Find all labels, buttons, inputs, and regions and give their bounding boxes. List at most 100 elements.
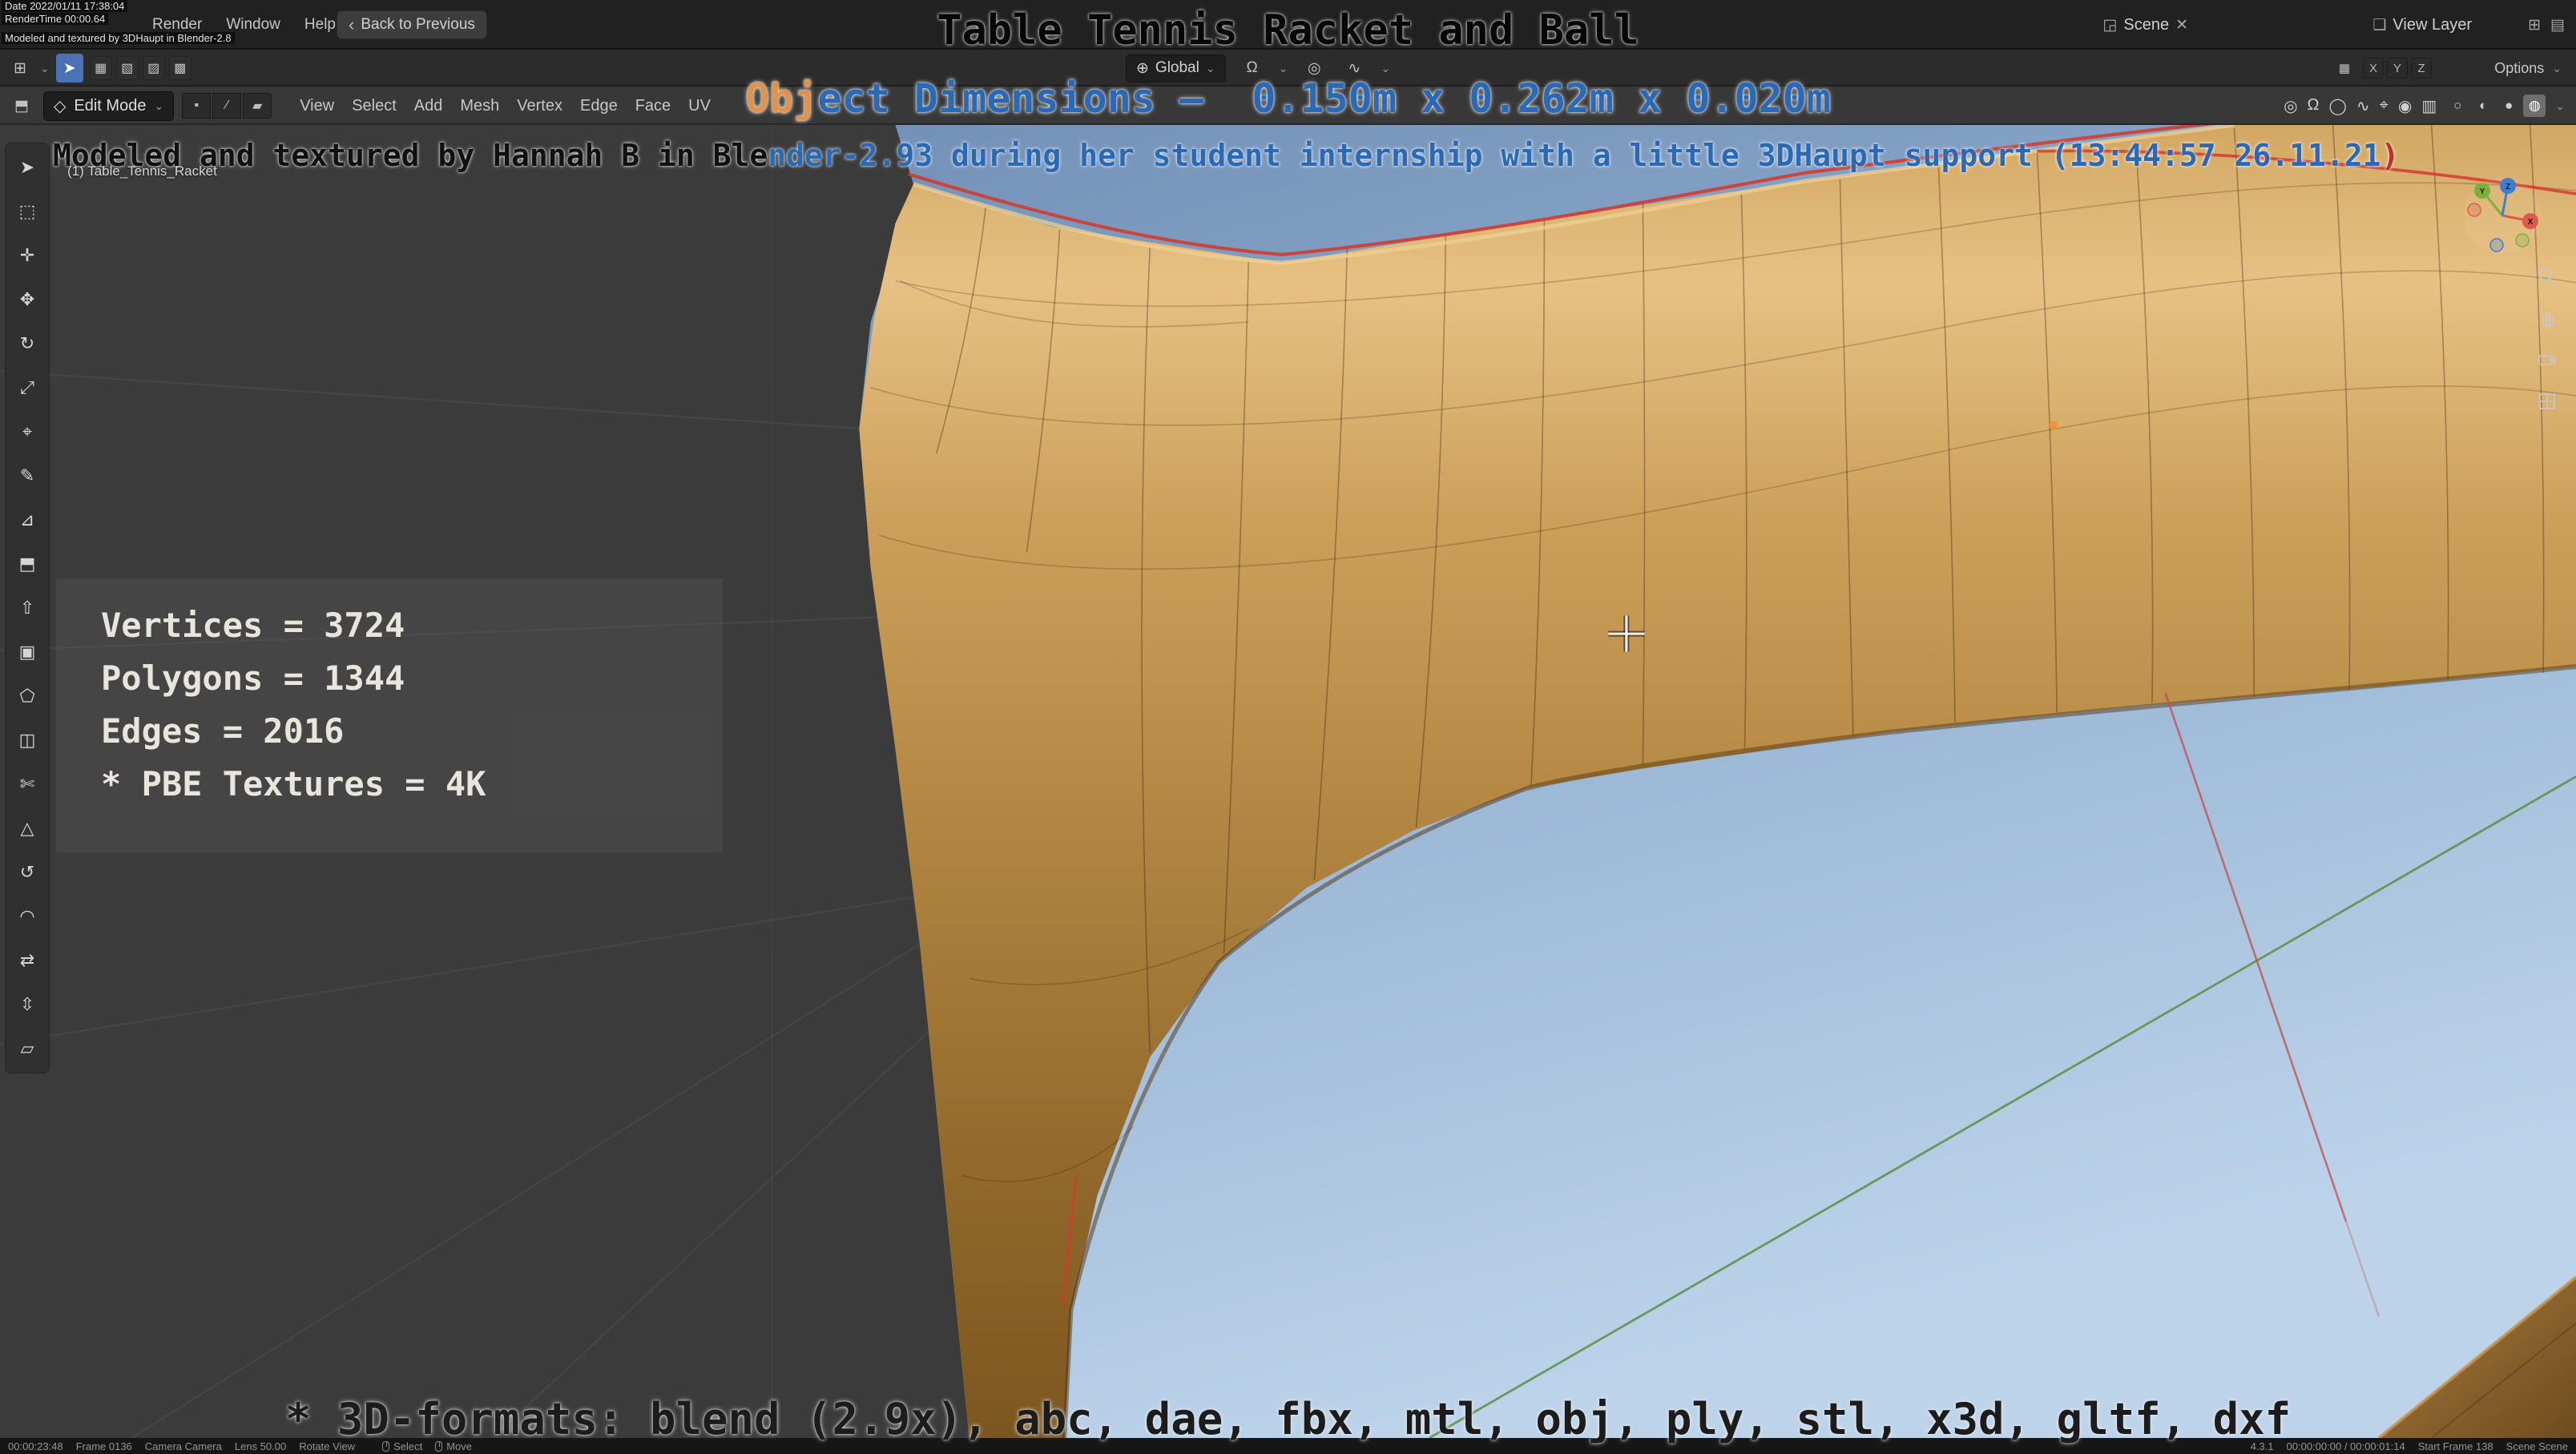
viewport-right-icons: ◎ Ω ◯ ∿ ⌖ ◉ ▥ [2284, 96, 2437, 116]
select-mode-option-icon[interactable]: ▧ [115, 56, 139, 80]
bevel-tool[interactable]: ⬠ [10, 679, 45, 714]
rendered-shading-icon[interactable]: ◍ [2523, 95, 2546, 117]
view-layer-icon: ❏ [2372, 16, 2387, 34]
solid-shading-icon[interactable]: ◐ [2472, 95, 2494, 117]
viewport-menu-item[interactable]: UV [679, 94, 720, 119]
globe-icon: ⊕ [1136, 59, 1149, 77]
unlink-scene-icon[interactable]: ✕ [2175, 16, 2188, 34]
statusbar-status: Start Frame 138 [2417, 1440, 2493, 1452]
knife-tool[interactable]: ✄ [10, 767, 45, 802]
select-mode-option-icon[interactable]: ▩ [168, 56, 191, 80]
viewport-menu-item[interactable]: Face [627, 94, 679, 119]
view-layer-selector[interactable]: ❏ View Layer [2372, 0, 2472, 50]
add-cube-tool[interactable]: ⬒ [10, 546, 45, 582]
chevron-down-icon: ⌄ [1205, 61, 1215, 75]
back-to-previous-button[interactable]: ‹ Back to Previous [337, 10, 487, 39]
view-layer-list-icon[interactable]: ▤ [2550, 16, 2565, 34]
shear-tool[interactable]: ▱ [10, 1031, 45, 1066]
falloff-curve-icon[interactable]: ∿ [1340, 54, 1368, 83]
viewport-header: ⬒ ◇ Edit Mode ⌄ ▪ ∕ ▰ View Select Add Mesh Ver… [0, 87, 2576, 125]
viewport-editor-icon[interactable]: ⬒ [8, 91, 35, 120]
keymap-hint: Select [382, 1440, 422, 1452]
loop-cut-tool[interactable]: ◫ [10, 723, 45, 758]
select-mode-option-icon[interactable]: ▦ [89, 56, 112, 80]
cursor-3d-tool[interactable]: ✛ [10, 238, 45, 273]
transform-orientation-dropdown[interactable]: ⊕ Global ⌄ [1126, 54, 1226, 83]
pan-hand-icon[interactable] [2531, 302, 2563, 334]
falloff-curve-icon[interactable]: ∿ [2356, 96, 2370, 116]
statusbar-info: Frame 0136 [75, 1440, 132, 1452]
edge-slide-tool[interactable]: ⇄ [10, 943, 45, 978]
new-view-layer-icon[interactable]: ⊞ [2528, 16, 2541, 34]
transform-tool[interactable]: ⌖ [10, 414, 45, 449]
measure-tool[interactable]: ⊿ [10, 502, 45, 538]
select-box-tool[interactable]: ⬚ [10, 194, 45, 229]
gizmo-z-neg[interactable] [2489, 238, 2504, 252]
annotate-tool[interactable]: ✎ [10, 458, 45, 493]
axis-toggle[interactable]: Z [2411, 58, 2432, 79]
viewport-menu-item[interactable]: Select [343, 94, 405, 119]
viewport-menu-item[interactable]: Vertex [508, 94, 571, 119]
select-mode-option-icon[interactable]: ▨ [142, 56, 165, 80]
camera-view-icon[interactable] [2531, 344, 2563, 376]
mesh-select-mode-buttons: ▪ ∕ ▰ [182, 93, 272, 119]
options-button[interactable]: Options [2494, 60, 2544, 77]
chevron-down-icon: ⌄ [2552, 61, 2562, 75]
show-gizmo-icon[interactable]: ⌖ [2380, 96, 2389, 116]
grid-ortho-icon[interactable] [2531, 385, 2563, 417]
scene-selector[interactable]: ◲ Scene ✕ [2102, 0, 2188, 50]
gizmo-x-neg[interactable] [2467, 203, 2481, 217]
gizmo-x-label: X [2528, 218, 2534, 227]
axis-toggle[interactable]: Y [2387, 58, 2408, 79]
edge-select-icon[interactable]: ∕ [212, 93, 242, 119]
back-to-previous-label: Back to Previous [361, 16, 475, 33]
overlays-icon[interactable]: ◉ [2398, 96, 2412, 116]
viewport-menu-item[interactable]: Mesh [451, 94, 508, 119]
tool-settings-left: ⊞ ⌄ ➤ ▦ ▧ ▨ ▩ [6, 50, 191, 87]
view-layer-label: View Layer [2393, 15, 2472, 34]
viewport-3d[interactable]: ➤ ⬚ ✛ ✥ ↻ ⤢ ⌖ ✎ ⊿ ⬒ ⇧ ▣ ⬠ ◫ ✄ △ ↺ ◠ ⇄ ⇳ ▱ (1) Table_Tennis_R… [0, 125, 2576, 1438]
snap-magnet-icon[interactable]: Ω [2308, 96, 2320, 116]
tool-settings-bar: ⊞ ⌄ ➤ ▦▧▨▩ ⊕ Global ⌄ Ω ⌄ ◎ ∿ ⌄ ▦ XYZ [0, 50, 2576, 87]
rotate-tool[interactable]: ↻ [10, 326, 45, 361]
extrude-region-tool[interactable]: ⇧ [10, 590, 45, 626]
keymap-hint: Move [435, 1440, 472, 1452]
chevron-down-icon: ⌄ [1381, 61, 1391, 75]
proportional-editing-icon[interactable]: ◎ [1300, 54, 1328, 83]
wireframe-shading-icon[interactable]: ○ [2446, 95, 2469, 117]
inset-faces-tool[interactable]: ▣ [10, 634, 45, 670]
move-tool[interactable]: ✥ [10, 282, 45, 317]
statusbar-info: Rotate View [299, 1440, 356, 1452]
annotation-credit-small: Modeled and textured by 3DHaupt in Blend… [2, 32, 235, 44]
xray-toggle-icon[interactable]: ▥ [2421, 96, 2437, 116]
statusbar-info: Lens 50.00 [234, 1440, 287, 1452]
statusbar-status: Scene Scene [2505, 1440, 2568, 1452]
viewport-header-left: ⬒ ◇ Edit Mode ⌄ ▪ ∕ ▰ View Select Add Mesh Ver… [8, 87, 720, 125]
status-bar: 00:00:23:48 Frame 0136 Camera Camera Lens 5… [0, 1438, 2576, 1454]
viewport-menu-item[interactable]: Add [405, 94, 452, 119]
navigation-gizmo[interactable]: X Y Z [2458, 171, 2546, 260]
vertex-select-icon[interactable]: ▪ [182, 93, 212, 119]
editor-type-icon[interactable]: ⊞ [6, 54, 34, 83]
proportional-editing-icon[interactable]: ◯ [2328, 96, 2346, 116]
gizmo-y-neg[interactable] [2515, 233, 2530, 248]
stats-overlay: Vertices = 3724 Polygons = 1344 Edges = … [56, 578, 723, 852]
scale-tool[interactable]: ⤢ [10, 370, 45, 405]
mode-dropdown[interactable]: ◇ Edit Mode ⌄ [43, 91, 175, 121]
tweak-select-tool[interactable]: ➤ [10, 150, 45, 185]
chevron-down-icon: ⌄ [154, 99, 164, 112]
active-tool-icon[interactable]: ➤ [55, 54, 83, 83]
smooth-tool[interactable]: ◠ [10, 899, 45, 934]
viewport-menu-item[interactable]: Edge [571, 94, 627, 119]
shrink-fatten-tool[interactable]: ⇳ [10, 987, 45, 1022]
viewport-menu-item[interactable]: View [291, 94, 343, 119]
face-select-icon[interactable]: ▰ [243, 93, 272, 119]
spin-tool[interactable]: ↺ [10, 855, 45, 890]
material-preview-icon[interactable]: ● [2497, 95, 2520, 117]
poly-build-tool[interactable]: △ [10, 811, 45, 846]
axis-toggle[interactable]: X [2363, 58, 2384, 79]
zoom-icon[interactable] [2531, 260, 2563, 292]
statusbar-left: 00:00:23:48 Frame 0136 Camera Camera Lens 5… [8, 1440, 355, 1452]
snap-magnet-icon[interactable]: Ω [1239, 54, 1266, 83]
pivot-point-icon[interactable]: ◎ [2284, 96, 2297, 116]
